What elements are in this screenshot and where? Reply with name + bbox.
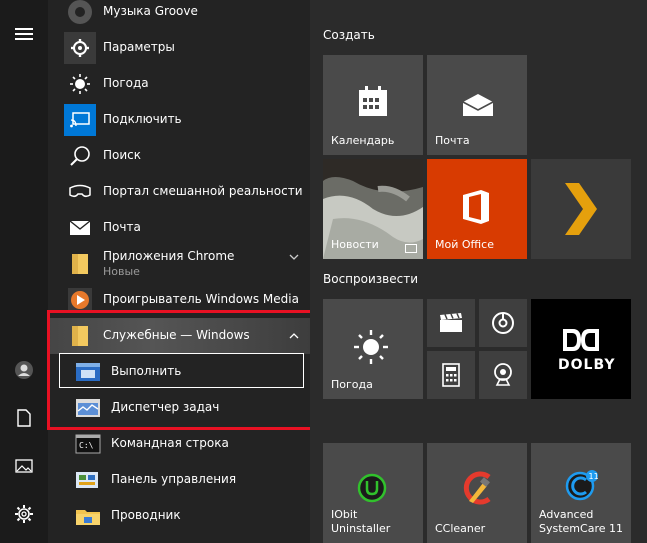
tiles-panel: Создать Календарь Почта Новости Мой Offi… bbox=[310, 0, 647, 543]
sun-icon bbox=[354, 330, 388, 364]
advanced-systemcare-logo-icon: 11 bbox=[565, 470, 599, 501]
search-icon bbox=[64, 140, 96, 172]
explorer-icon bbox=[72, 500, 104, 532]
webcam-icon bbox=[494, 363, 512, 386]
calculator-icon bbox=[442, 363, 460, 387]
folder-icon bbox=[64, 248, 96, 280]
plex-chevron-icon bbox=[565, 183, 597, 235]
dolby-wordmark: DOLBY bbox=[558, 357, 616, 373]
tile-news[interactable]: Новости bbox=[323, 159, 423, 259]
tile-label: Мой Office bbox=[435, 238, 494, 251]
tile-label: CCleaner bbox=[435, 522, 486, 535]
control-panel-icon bbox=[72, 464, 104, 496]
tile-mail[interactable]: Почта bbox=[427, 55, 527, 155]
settings-gear-icon[interactable] bbox=[12, 502, 36, 526]
dolby-logo-icon bbox=[563, 329, 599, 351]
gear-icon bbox=[64, 32, 96, 64]
tile-calendar[interactable]: Календарь bbox=[323, 55, 423, 155]
chevron-down-icon[interactable] bbox=[288, 251, 300, 263]
documents-icon[interactable] bbox=[12, 406, 36, 430]
news-image-icon bbox=[405, 244, 417, 253]
app-search[interactable]: Поиск bbox=[48, 138, 310, 174]
tile-label: Погода bbox=[331, 378, 373, 391]
group-title-play: Воспроизвести bbox=[323, 272, 418, 286]
groove-disc-icon bbox=[492, 312, 514, 334]
app-command-prompt[interactable]: C:\ Командная строка bbox=[48, 426, 310, 462]
mail-icon bbox=[64, 212, 96, 244]
office-logo-icon bbox=[463, 190, 489, 224]
start-rail bbox=[0, 0, 48, 543]
app-label: Портал смешанной реальности bbox=[103, 184, 303, 198]
iobit-logo-icon bbox=[357, 473, 387, 503]
tile-my-office[interactable]: Мой Office bbox=[427, 159, 527, 259]
calendar-icon bbox=[359, 86, 387, 116]
tile-groove[interactable] bbox=[479, 299, 527, 347]
app-mixed-reality-portal[interactable]: Портал смешанной реальности bbox=[48, 174, 310, 210]
user-avatar-icon[interactable] bbox=[12, 358, 36, 382]
tile-label: Календарь bbox=[331, 134, 395, 147]
headset-icon bbox=[64, 176, 96, 208]
app-label: Проигрыватель Windows Media bbox=[103, 292, 299, 306]
tile-label: Новости bbox=[331, 238, 379, 251]
mail-icon bbox=[462, 94, 494, 116]
app-groove-music[interactable]: Музыка Groove bbox=[48, 0, 310, 30]
app-weather[interactable]: Погода bbox=[48, 66, 310, 102]
app-settings[interactable]: Параметры bbox=[48, 30, 310, 66]
tile-weather[interactable]: Погода bbox=[323, 299, 423, 399]
app-label: Командная строка bbox=[111, 436, 229, 450]
cmd-icon: C:\ bbox=[72, 428, 104, 460]
hamburger-menu-icon[interactable] bbox=[12, 22, 36, 46]
group-title-create: Создать bbox=[323, 28, 375, 42]
app-mail[interactable]: Почта bbox=[48, 210, 310, 246]
tile-calculator[interactable] bbox=[427, 351, 475, 399]
app-label: Подключить bbox=[103, 112, 182, 126]
app-new-badge: Новые bbox=[103, 265, 140, 278]
connect-icon bbox=[64, 104, 96, 136]
app-chrome-apps[interactable]: Приложения Chrome Новые bbox=[48, 246, 310, 282]
svg-text:11: 11 bbox=[589, 472, 599, 481]
app-connect[interactable]: Подключить bbox=[48, 102, 310, 138]
tile-iobit-uninstaller[interactable]: IObit Uninstaller bbox=[323, 443, 423, 543]
pictures-icon[interactable] bbox=[12, 454, 36, 478]
highlight-rectangle bbox=[47, 310, 319, 430]
app-label: Поиск bbox=[103, 148, 142, 162]
app-explorer[interactable]: Проводник bbox=[48, 498, 310, 534]
svg-text:C:\: C:\ bbox=[79, 441, 94, 450]
clapperboard-icon bbox=[440, 313, 462, 332]
app-label: Параметры bbox=[103, 40, 175, 54]
tile-camera[interactable] bbox=[479, 351, 527, 399]
music-icon bbox=[64, 0, 96, 28]
app-label: Проводник bbox=[111, 508, 181, 522]
app-label: Музыка Groove bbox=[103, 4, 198, 18]
tile-ccleaner[interactable]: CCleaner bbox=[427, 443, 527, 543]
tile-label: Advanced SystemCare 11 bbox=[539, 508, 623, 535]
tile-label: IObit Uninstaller bbox=[331, 508, 391, 535]
app-label: Почта bbox=[103, 220, 141, 234]
app-label: Погода bbox=[103, 76, 149, 90]
app-control-panel[interactable]: Панель управления bbox=[48, 462, 310, 498]
ccleaner-logo-icon bbox=[463, 471, 491, 505]
app-list: Музыка Groove Параметры Погода Подключит… bbox=[48, 0, 310, 543]
app-label: Приложения Chrome bbox=[103, 249, 235, 263]
tile-label: Почта bbox=[435, 134, 470, 147]
tile-plex[interactable] bbox=[531, 159, 631, 259]
tile-advanced-systemcare[interactable]: 11 Advanced SystemCare 11 bbox=[531, 443, 631, 543]
app-label: Панель управления bbox=[111, 472, 237, 486]
tile-movies[interactable] bbox=[427, 299, 475, 347]
tile-dolby[interactable]: DOLBY bbox=[531, 299, 631, 399]
sun-icon bbox=[64, 68, 96, 100]
